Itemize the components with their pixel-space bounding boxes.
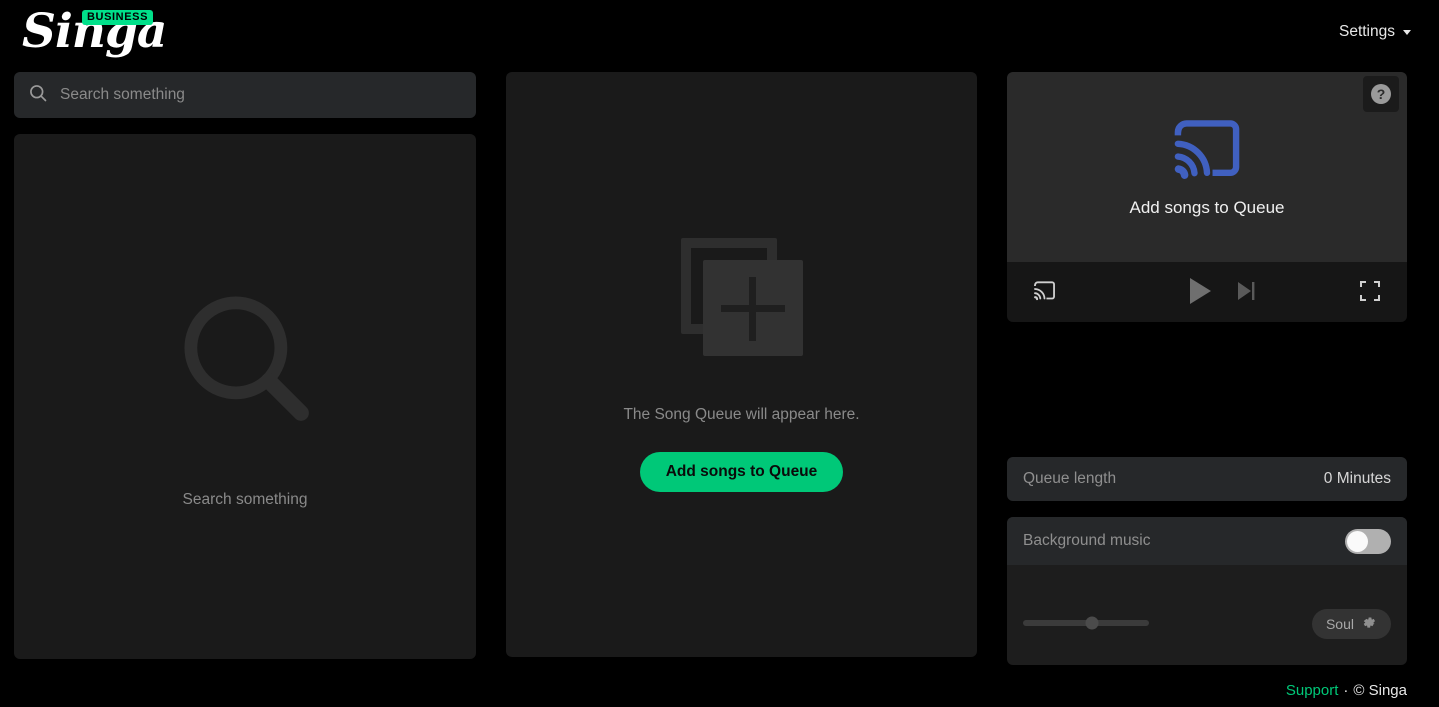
queue-empty-state: The Song Queue will appear here. Add son…	[506, 72, 977, 657]
player-column: Add songs to Queue ? Queue length 0 Minu…	[1007, 72, 1407, 665]
player-stage-label: Add songs to Queue	[1129, 197, 1285, 217]
player-controls	[1007, 262, 1407, 322]
question-mark-icon: ?	[1371, 84, 1391, 104]
background-music-genre-button[interactable]: Soul	[1311, 609, 1391, 639]
background-music-volume-slider[interactable]	[1023, 616, 1149, 630]
gear-icon	[1362, 615, 1377, 633]
fullscreen-button[interactable]	[1359, 280, 1381, 305]
cast-icon	[1172, 117, 1242, 186]
queue-column: The Song Queue will appear here. Add son…	[506, 72, 977, 657]
add-songs-to-queue-button[interactable]: Add songs to Queue	[639, 451, 844, 492]
background-music-label: Background music	[1023, 532, 1151, 549]
search-icon	[172, 284, 318, 435]
play-icon	[1187, 276, 1213, 309]
chevron-down-icon	[1403, 29, 1411, 35]
queue-icon-plus-vertical	[748, 276, 756, 341]
background-music-toggle[interactable]	[1345, 528, 1391, 554]
singa-business-logo: Singa BUSINESS	[14, 4, 214, 66]
queue-length-row: Queue length 0 Minutes	[1007, 457, 1407, 501]
search-bar[interactable]	[14, 72, 476, 118]
queue-length-value: 0 Minutes	[1323, 470, 1391, 487]
settings-label: Settings	[1338, 23, 1395, 40]
footer: Support · © Singa	[1286, 682, 1407, 699]
player-widget: Add songs to Queue ?	[1007, 72, 1407, 322]
search-input[interactable]	[60, 86, 462, 104]
logo-business-badge: BUSINESS	[82, 10, 154, 25]
background-music-body: Soul	[1007, 565, 1407, 665]
queue-length-label: Queue length	[1023, 470, 1117, 487]
cast-icon	[1033, 280, 1056, 304]
app-root: Singa BUSINESS Settings Search something…	[0, 0, 1439, 707]
cast-button[interactable]	[1033, 280, 1056, 304]
footer-separator: ·	[1343, 682, 1349, 699]
settings-menu-button[interactable]: Settings	[1339, 23, 1411, 41]
player-stage: Add songs to Queue	[1007, 72, 1407, 262]
support-link[interactable]: Support	[1286, 682, 1339, 699]
copyright-label: © Singa	[1353, 682, 1407, 699]
search-results-empty-state: Search something	[14, 134, 476, 659]
help-button[interactable]: ?	[1363, 76, 1399, 112]
header: Singa BUSINESS Settings	[0, 0, 1439, 70]
add-to-queue-icon	[680, 237, 803, 356]
play-button[interactable]	[1187, 276, 1213, 309]
search-empty-label: Search something	[182, 491, 308, 508]
search-column: Search something	[14, 72, 476, 659]
skip-next-icon	[1237, 280, 1256, 305]
toggle-knob	[1347, 530, 1368, 552]
fullscreen-icon	[1359, 280, 1381, 305]
background-music-panel: Background music Soul	[1007, 517, 1407, 665]
next-track-button[interactable]	[1237, 280, 1256, 305]
genre-label: Soul	[1325, 616, 1354, 632]
queue-empty-label: The Song Queue will appear here.	[623, 405, 860, 423]
search-icon	[28, 83, 48, 108]
volume-slider-handle[interactable]	[1085, 616, 1099, 630]
background-music-header: Background music	[1007, 517, 1407, 565]
